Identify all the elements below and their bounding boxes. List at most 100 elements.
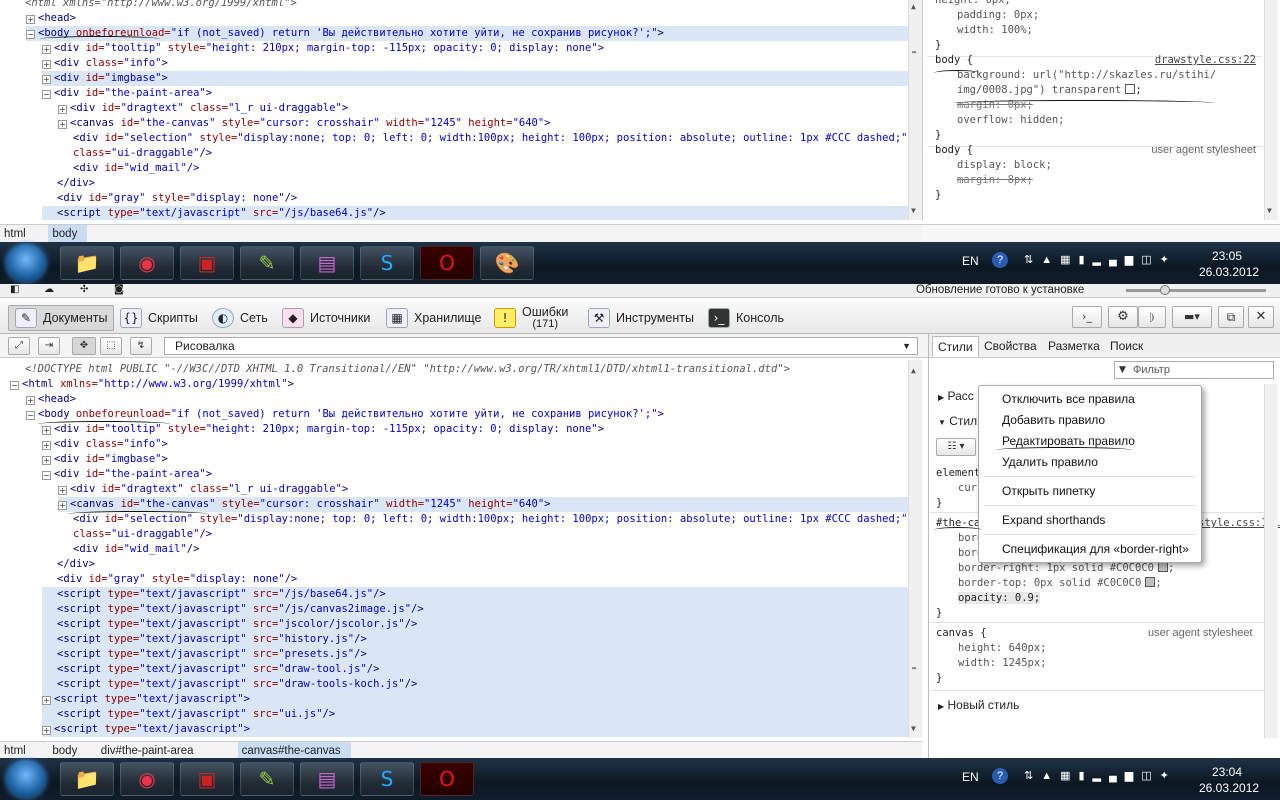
tab-search[interactable]: Поиск [1110,336,1143,356]
menu-expand-shorthands[interactable]: Expand shorthands [1002,513,1105,527]
tree-node[interactable]: class="ui-draggable"/> [58,146,908,161]
opera-icon[interactable]: O [420,246,474,280]
menu-spec-border-right[interactable]: Спецификация для «border-right» [1002,542,1189,556]
scroll-up-arrow[interactable]: ▲ [911,366,916,375]
scroll-up-arrow[interactable]: ▲ [911,2,916,11]
tab-tools[interactable]: ⚒ Инструменты [588,304,694,332]
styles-scrollbar[interactable] [1264,384,1278,738]
tree-node[interactable]: + <head> [26,392,908,407]
canvas-prop-width[interactable]: width: 1245px; [958,657,1047,669]
css-selector[interactable]: body { [935,54,973,66]
tray-icons[interactable]: ⇅▲▦▮▂▄▆◫✦ [1024,253,1177,266]
collapse-toggle-icon[interactable]: − [42,471,51,480]
undock-button[interactable]: ⧉ [1218,306,1244,328]
tab-properties[interactable]: Свойства [984,336,1037,356]
expand-toggle-icon[interactable]: + [42,696,51,705]
dock-icon[interactable]: ◧ [10,284,19,295]
opera-icon[interactable]: O [420,762,474,796]
css-source-link[interactable]: drawstyle.css:22 [1155,54,1256,66]
new-style-section[interactable]: ▶ Новый стиль [938,698,1019,712]
dom-scrollbar[interactable]: ▲ ▬ ▼ [908,360,922,738]
collapse-toggle-icon[interactable]: − [42,90,51,99]
scroll-down-arrow[interactable]: ▼ [1267,206,1272,215]
filter-input[interactable]: ▼ Фильтр [1114,361,1274,379]
expand-toggle-icon[interactable]: + [42,456,51,465]
tab-console[interactable]: ›_ Консоль [708,304,784,332]
tree-node[interactable]: <script type="text/javascript" src="draw… [42,662,908,677]
chrome-icon[interactable]: ◉ [120,762,174,796]
canvas-prop-height[interactable]: height: 640px; [958,642,1047,654]
tree-node[interactable]: <script type="text/javascript" src="hist… [42,632,908,647]
expand-toggle-icon[interactable]: + [42,426,51,435]
expand-toggle-icon[interactable]: + [42,60,51,69]
tree-node[interactable]: + <canvas id="the-canvas" style="cursor: … [58,116,908,131]
tree-node[interactable]: + <div class="info"> [42,437,908,452]
scroll-grip-icon[interactable]: ▬ [912,664,916,672]
menu-add-rule[interactable]: Добавить правило [1002,413,1105,427]
chrome-icon[interactable]: ◉ [120,246,174,280]
tab-layout[interactable]: Разметка [1048,336,1100,356]
start-button[interactable] [6,244,46,282]
expand-toggle-icon[interactable]: + [42,726,51,735]
help-icon[interactable]: ? [992,768,1008,784]
speech-button[interactable]: ⦈ [1138,306,1166,328]
expand-toggle-icon[interactable]: + [58,486,67,495]
tree-node[interactable]: <script type="text/javascript" src="/js/… [42,602,908,617]
clock-time[interactable]: 23:04 [1212,765,1242,779]
tree-node[interactable]: </div> [42,557,908,572]
color-swatch-icon[interactable] [1157,562,1168,572]
css-line[interactable]: width: 100%; [957,24,1033,36]
tree-node[interactable]: + <script type="text/javascript"> [42,692,908,707]
tree-node[interactable]: <div id="selection" style="display:none;… [58,131,908,146]
language-indicator[interactable]: EN [962,770,979,784]
clock-date[interactable]: 26.03.2012 [1199,265,1259,279]
tree-node[interactable]: <div id="gray" style="display: none"/> [42,572,908,587]
tree-node[interactable]: + <canvas id="the-canvas" style="cursor: … [58,497,908,512]
section-styles[interactable]: ▼ Стил [938,414,977,428]
css-line[interactable]: height: 0px; [935,0,1011,6]
collapse-toggle-icon[interactable]: − [26,411,35,420]
tree-node[interactable]: − <body onbeforeunload="if (not_saved) re… [26,407,908,422]
style-view-button[interactable]: ☷ ▾ [936,438,976,456]
breadcrumb-item[interactable]: body [48,225,88,243]
language-indicator[interactable]: EN [962,254,979,268]
tray-icons[interactable]: ⇅▲▦▮▂▄▆◫✦ [1024,769,1177,782]
scroll-down-arrow[interactable]: ▼ [911,206,916,215]
tab-documents[interactable]: ✎ Документы [8,305,115,331]
tree-node[interactable]: + <div id="dragtext" class="l_r ui-dragga… [58,482,908,497]
settings-gear-button[interactable]: ⚙ [1108,306,1138,328]
tree-node[interactable]: <script type="text/javascript" src="pres… [42,647,908,662]
settings-icon[interactable]: ✣ [80,284,88,295]
expand-toggle-icon[interactable]: + [42,45,51,54]
paint-icon[interactable]: 🎨 [480,246,534,280]
inspect-icon[interactable]: ✥ [72,337,96,355]
tab-storage[interactable]: ▦ Хранилище [386,304,482,332]
console-toggle-button[interactable]: ›_ [1072,306,1102,328]
css-line[interactable]: overflow: hidden; [957,114,1064,126]
tree-node[interactable]: − <div id="the-paint-area"> [42,467,908,482]
tree-node[interactable]: + <div id="dragtext" class="l_r ui-dragga… [58,101,908,116]
breadcrumb-item[interactable]: html [0,225,36,243]
css-line[interactable]: padding: 0px; [957,9,1039,21]
camera-icon[interactable]: ◙ [114,284,124,295]
tree-node[interactable]: <div id="gray" style="display: none"/> [42,191,908,206]
scroll-down-arrow[interactable]: ▼ [911,724,916,733]
tree-node[interactable]: + <div id="tooltip" style="height: 210px;… [42,422,908,437]
tree-node[interactable]: <script type="text/javascript" src="/js/… [42,587,908,602]
tree-node[interactable]: </div> [42,176,908,191]
expand-toggle-icon[interactable]: + [58,105,67,114]
css-line[interactable]: img/0008.jpg") transparent; [957,84,1142,96]
menu-open-eyedropper[interactable]: Открыть пипетку [1002,484,1095,498]
menu-delete-rule[interactable]: Удалить правило [1002,455,1098,469]
start-button[interactable] [6,760,46,798]
element-prop[interactable]: cur [958,482,977,494]
css-line[interactable]: display: block; [957,159,1052,171]
rule-prop-border-right[interactable]: border-right: 1px solid #C0C0C0; [958,562,1174,574]
zoom-slider-thumb[interactable] [1160,285,1170,295]
tree-node[interactable]: + <div id="tooltip" style="height: 210px;… [42,41,908,56]
tree-node[interactable]: + <div id="imgbase"> [42,452,908,467]
tree-node[interactable]: + <script type="text/javascript"> [42,722,908,737]
frame-select[interactable]: Рисовалка ▼ [164,337,918,355]
menu-disable-all-rules[interactable]: Отключить все правила [1002,392,1135,406]
top-css-scrollbar[interactable]: ▼ [1264,0,1278,220]
